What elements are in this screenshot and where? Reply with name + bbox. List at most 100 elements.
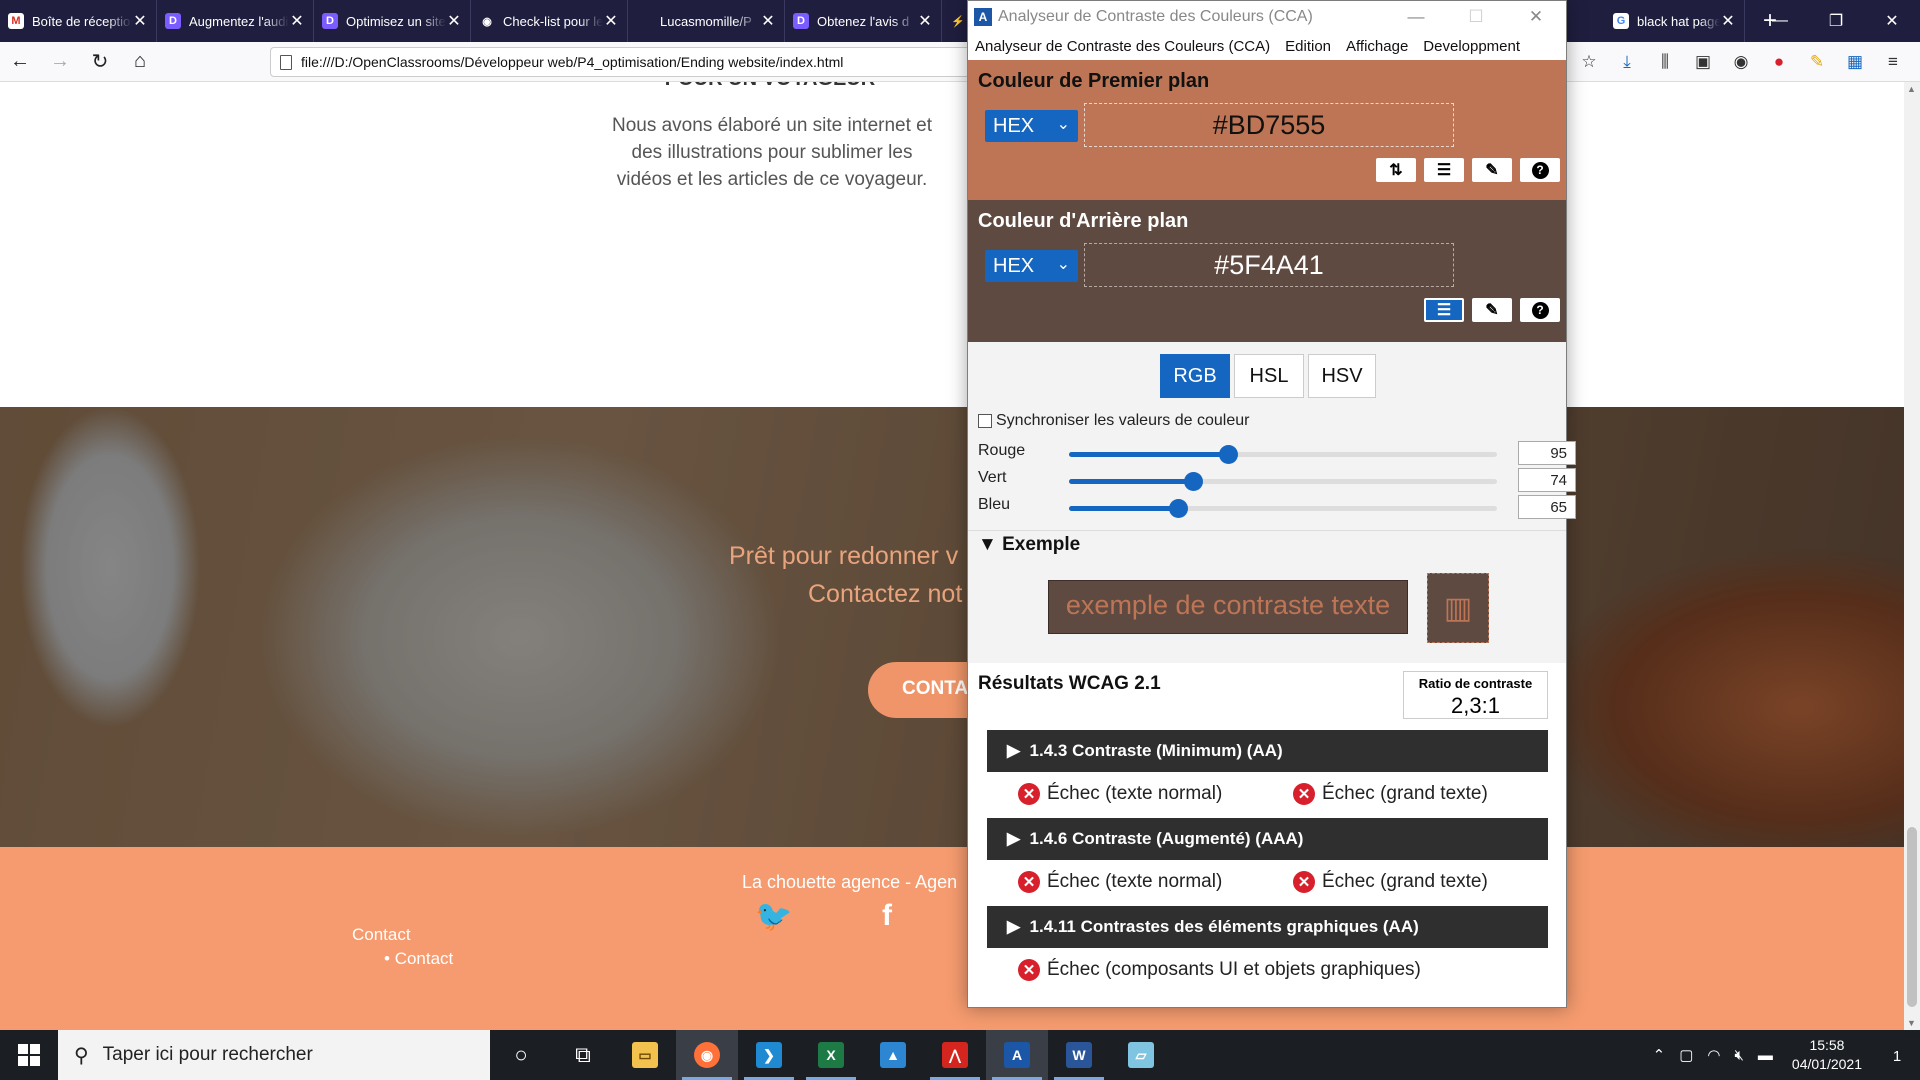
intro-text: Nous avons élaboré un site internet et d… — [600, 112, 944, 193]
example-toggle[interactable]: ▼ Exemple — [978, 534, 1080, 556]
tab-hsv[interactable]: HSV — [1308, 354, 1376, 398]
vscode-icon[interactable]: ❯ — [738, 1030, 800, 1080]
cca-icon[interactable]: A — [986, 1030, 1048, 1080]
account-icon[interactable]: ◉ — [1722, 42, 1760, 82]
back-icon[interactable]: ← — [0, 42, 40, 82]
close-icon[interactable]: ✕ — [917, 11, 933, 31]
swap-colors-icon[interactable]: ⇅ — [1376, 158, 1416, 182]
restore-icon[interactable]: ❐ — [1808, 0, 1864, 42]
wifi-icon[interactable]: ◠ — [1707, 1046, 1720, 1064]
slider-value-input[interactable]: 95 — [1518, 441, 1576, 465]
cortana-icon[interactable]: ○ — [490, 1030, 552, 1080]
facebook-icon[interactable]: f — [882, 899, 892, 933]
slider-handle[interactable] — [1169, 499, 1189, 518]
checkbox-icon[interactable] — [978, 414, 992, 428]
tab-openclassrooms-3[interactable]: D Obtenez l'avis d ✕ — [785, 0, 942, 42]
twitter-icon[interactable]: 🐦 — [755, 899, 792, 934]
sync-checkbox[interactable]: Synchroniser les valeurs de couleur — [978, 412, 1249, 430]
close-window-icon[interactable]: ✕ — [1864, 0, 1920, 42]
criterion-1-4-6[interactable]: ▶ 1.4.6 Contraste (Augmenté) (AAA) — [987, 818, 1548, 860]
downloads-icon[interactable]: ⤓ — [1608, 42, 1646, 82]
menu-cca[interactable]: Analyseur de Contraste des Couleurs (CCA… — [975, 38, 1270, 55]
tab-gmail[interactable]: M Boîte de réception ✕ — [0, 0, 157, 42]
extensions-icon[interactable]: ▦ — [1836, 42, 1874, 82]
scrollbar-thumb[interactable] — [1907, 827, 1917, 1007]
eyedropper-icon[interactable]: ✎ — [1472, 298, 1512, 322]
footer-contact-list-item[interactable]: Contact — [384, 949, 454, 969]
scroll-up-icon[interactable]: ▲ — [1907, 84, 1916, 94]
close-icon[interactable]: ✕ — [1720, 11, 1736, 31]
close-icon[interactable]: ✕ — [132, 11, 148, 31]
bookmark-star-icon[interactable]: ☆ — [1570, 42, 1608, 82]
tab-hsl[interactable]: HSL — [1234, 354, 1304, 398]
maximize-icon[interactable]: ☐ — [1446, 1, 1506, 33]
windows-start-icon[interactable] — [0, 1030, 58, 1080]
clock[interactable]: 15:58 04/01/2021 — [1792, 1036, 1862, 1074]
photos-icon[interactable]: ▲ — [862, 1030, 924, 1080]
close-icon[interactable]: ✕ — [289, 11, 305, 31]
close-icon[interactable]: ✕ — [760, 11, 776, 31]
help-icon[interactable]: ? — [1520, 298, 1560, 322]
sliders-icon[interactable]: ☰ — [1424, 298, 1464, 322]
criterion-1-4-3[interactable]: ▶ 1.4.3 Contraste (Minimum) (AA) — [987, 730, 1548, 772]
adblock-icon[interactable]: ● — [1760, 42, 1798, 82]
home-icon[interactable]: ⌂ — [120, 42, 160, 82]
highlighter-icon[interactable]: ✎ — [1798, 42, 1836, 82]
notification-center-icon[interactable]: 1 — [1874, 1045, 1920, 1066]
file-explorer-icon[interactable]: ▭ — [614, 1030, 676, 1080]
close-icon[interactable]: ✕ — [446, 11, 462, 31]
minimize-icon[interactable]: — — [1386, 1, 1446, 33]
slider-handle[interactable] — [1219, 445, 1239, 464]
eyedropper-icon[interactable]: ✎ — [1472, 158, 1512, 182]
tab-checklist[interactable]: ◉ Check-list pour le ✕ — [471, 0, 628, 42]
url-bar[interactable]: file:///D:/OpenClassrooms/Développeur we… — [270, 47, 970, 77]
slider-value-input[interactable]: 74 — [1518, 468, 1576, 492]
library-icon[interactable]: ⫼ — [1646, 42, 1684, 82]
menu-edition[interactable]: Edition — [1285, 38, 1331, 55]
battery-icon[interactable]: ▬ — [1758, 1047, 1773, 1064]
menu-developpment[interactable]: Developpment — [1423, 38, 1520, 55]
volume-muted-icon[interactable]: 🔇︎ — [1734, 1047, 1743, 1064]
excel-icon[interactable]: X — [800, 1030, 862, 1080]
footer-contact-link[interactable]: Contact — [352, 925, 411, 945]
result-label: Échec (grand texte) — [1322, 783, 1488, 804]
tab-google[interactable]: Gblack hat page ra✕ — [1605, 0, 1745, 42]
slider-track[interactable] — [1069, 445, 1497, 464]
meet-now-icon[interactable]: ▢ — [1679, 1046, 1693, 1064]
close-icon[interactable]: ✕ — [1506, 1, 1566, 33]
close-icon[interactable]: ✕ — [603, 11, 619, 31]
reload-icon[interactable]: ↻ — [80, 42, 120, 82]
sliders-icon[interactable]: ☰ — [1424, 158, 1464, 182]
menu-icon[interactable]: ≡ — [1874, 42, 1912, 82]
help-icon[interactable]: ? — [1520, 158, 1560, 182]
foreground-hex-input[interactable]: #BD7555 — [1084, 103, 1454, 147]
menu-affichage[interactable]: Affichage — [1346, 38, 1408, 55]
tab-openclassrooms-2[interactable]: D Optimisez un site ✕ — [314, 0, 471, 42]
foreground-format-select[interactable]: HEX ⌄ — [985, 110, 1078, 142]
word-icon[interactable]: W — [1048, 1030, 1110, 1080]
slider-value-input[interactable]: 65 — [1518, 495, 1576, 519]
cca-window: A Analyseur de Contraste des Couleurs (C… — [967, 0, 1576, 1008]
sidebar-icon[interactable]: ▣ — [1684, 42, 1722, 82]
slider-handle[interactable] — [1184, 472, 1204, 491]
firefox-icon[interactable]: ◉ — [676, 1030, 738, 1080]
minimize-icon[interactable]: — — [1752, 0, 1808, 42]
taskbar-search[interactable]: ⚲ Taper ici pour rechercher — [58, 1030, 490, 1080]
tab-openclassrooms-1[interactable]: D Augmentez l'audience✕ — [157, 0, 314, 42]
notepad-icon[interactable]: ▱ — [1110, 1030, 1172, 1080]
page-scrollbar[interactable]: ▲ ▼ — [1904, 82, 1920, 1030]
acrobat-icon[interactable]: ⋀ — [924, 1030, 986, 1080]
background-format-select[interactable]: HEX ⌄ — [985, 250, 1078, 282]
tab-github[interactable]: Lucasmomille/P ✕ — [628, 0, 785, 42]
slider-track[interactable] — [1069, 499, 1497, 518]
slider-track[interactable] — [1069, 472, 1497, 491]
scroll-down-icon[interactable]: ▼ — [1907, 1018, 1916, 1028]
criterion-1-4-11[interactable]: ▶ 1.4.11 Contrastes des éléments graphiq… — [987, 906, 1548, 948]
tab-rgb[interactable]: RGB — [1160, 354, 1230, 398]
ratio-value: 2,3:1 — [1451, 693, 1500, 718]
result-fail: ✕ Échec (texte normal) — [1018, 783, 1222, 805]
chevron-up-icon[interactable]: ⌃ — [1653, 1046, 1666, 1064]
task-view-icon[interactable]: ⧉ — [552, 1030, 614, 1080]
forward-icon[interactable]: → — [40, 42, 80, 82]
background-hex-input[interactable]: #5F4A41 — [1084, 243, 1454, 287]
